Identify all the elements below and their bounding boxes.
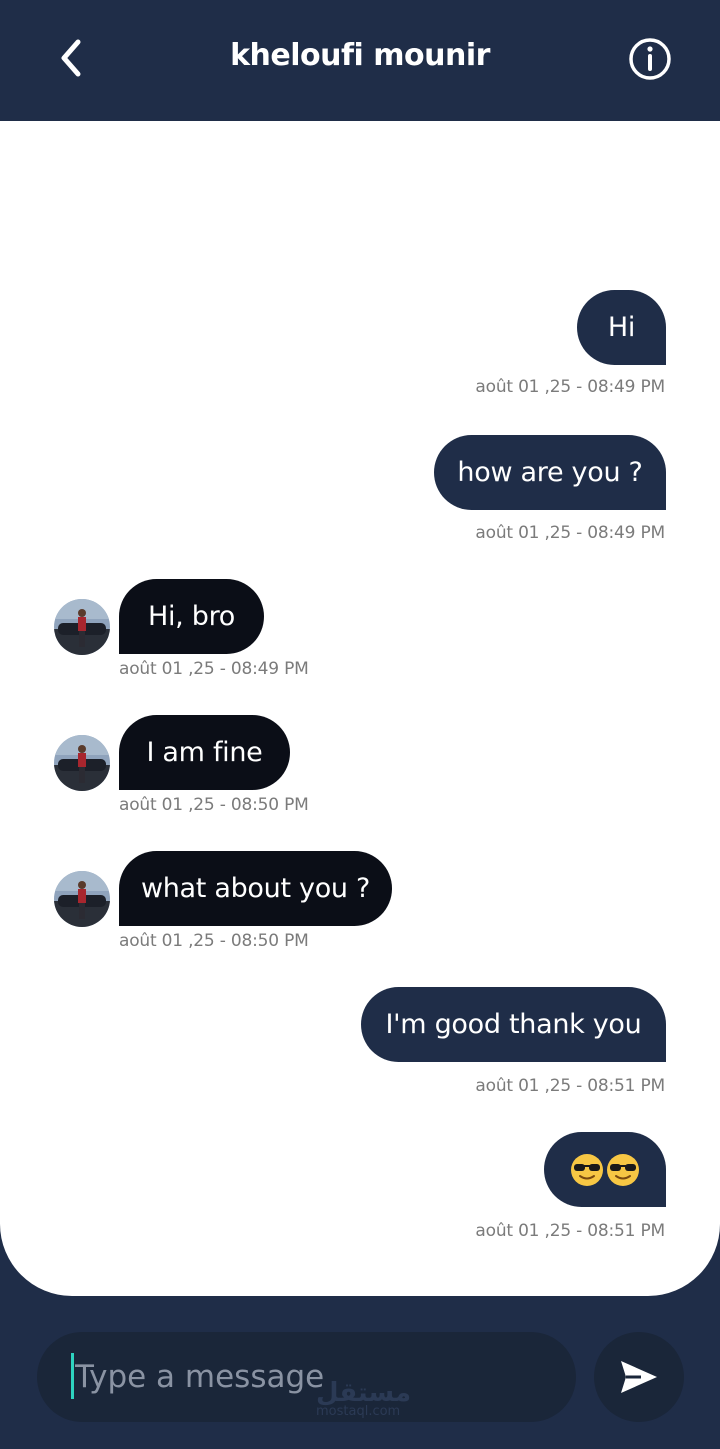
message-composer — [37, 1332, 576, 1422]
avatar[interactable] — [54, 599, 110, 655]
incoming-message[interactable]: I am fine — [119, 715, 290, 790]
outgoing-message[interactable]: 😎😎 — [544, 1132, 666, 1207]
watermark-latin: mostaql.com — [316, 1404, 401, 1419]
message-text: I am fine — [146, 737, 263, 768]
watermark-logo: مستقل mostaql.com — [316, 1378, 416, 1422]
sunglasses-emoji-icon — [571, 1153, 603, 1186]
outgoing-message[interactable]: I'm good thank you — [361, 987, 666, 1062]
message-timestamp: août 01 ,25 - 08:49 PM — [475, 523, 665, 543]
contact-photo — [54, 871, 110, 927]
message-timestamp: août 01 ,25 - 08:49 PM — [119, 659, 309, 679]
message-text: Hi — [607, 312, 636, 343]
emoji-message-text: 😎😎 — [544, 1154, 545, 1185]
avatar[interactable] — [54, 735, 110, 791]
message-timestamp: août 01 ,25 - 08:50 PM — [119, 931, 309, 951]
send-icon — [621, 1361, 657, 1393]
message-timestamp: août 01 ,25 - 08:50 PM — [119, 795, 309, 815]
avatar[interactable] — [54, 871, 110, 927]
send-button[interactable] — [594, 1332, 684, 1422]
contact-photo — [54, 735, 110, 791]
outgoing-message[interactable]: Hi — [577, 290, 666, 365]
message-text: I'm good thank you — [385, 1009, 642, 1040]
message-text: how are you ? — [457, 457, 643, 488]
info-button[interactable] — [625, 34, 675, 84]
message-text: what about you ? — [140, 873, 371, 904]
message-input[interactable] — [75, 1332, 555, 1422]
message-list[interactable]: Hi août 01 ,25 - 08:49 PM how are you ? … — [0, 121, 720, 1296]
contact-photo — [54, 599, 110, 655]
message-timestamp: août 01 ,25 - 08:51 PM — [475, 1076, 665, 1096]
chat-header: kheloufi mounir — [0, 0, 720, 121]
message-text: Hi, bro — [147, 601, 236, 632]
incoming-message[interactable]: Hi, bro — [119, 579, 264, 654]
message-timestamp: août 01 ,25 - 08:51 PM — [475, 1221, 665, 1241]
page-title: kheloufi mounir — [230, 38, 490, 73]
sunglasses-emoji-icon — [607, 1153, 639, 1186]
message-timestamp: août 01 ,25 - 08:49 PM — [475, 377, 665, 397]
incoming-message[interactable]: what about you ? — [119, 851, 392, 926]
outgoing-message[interactable]: how are you ? — [434, 435, 666, 510]
text-cursor — [71, 1353, 74, 1399]
info-circle-icon — [629, 38, 671, 80]
